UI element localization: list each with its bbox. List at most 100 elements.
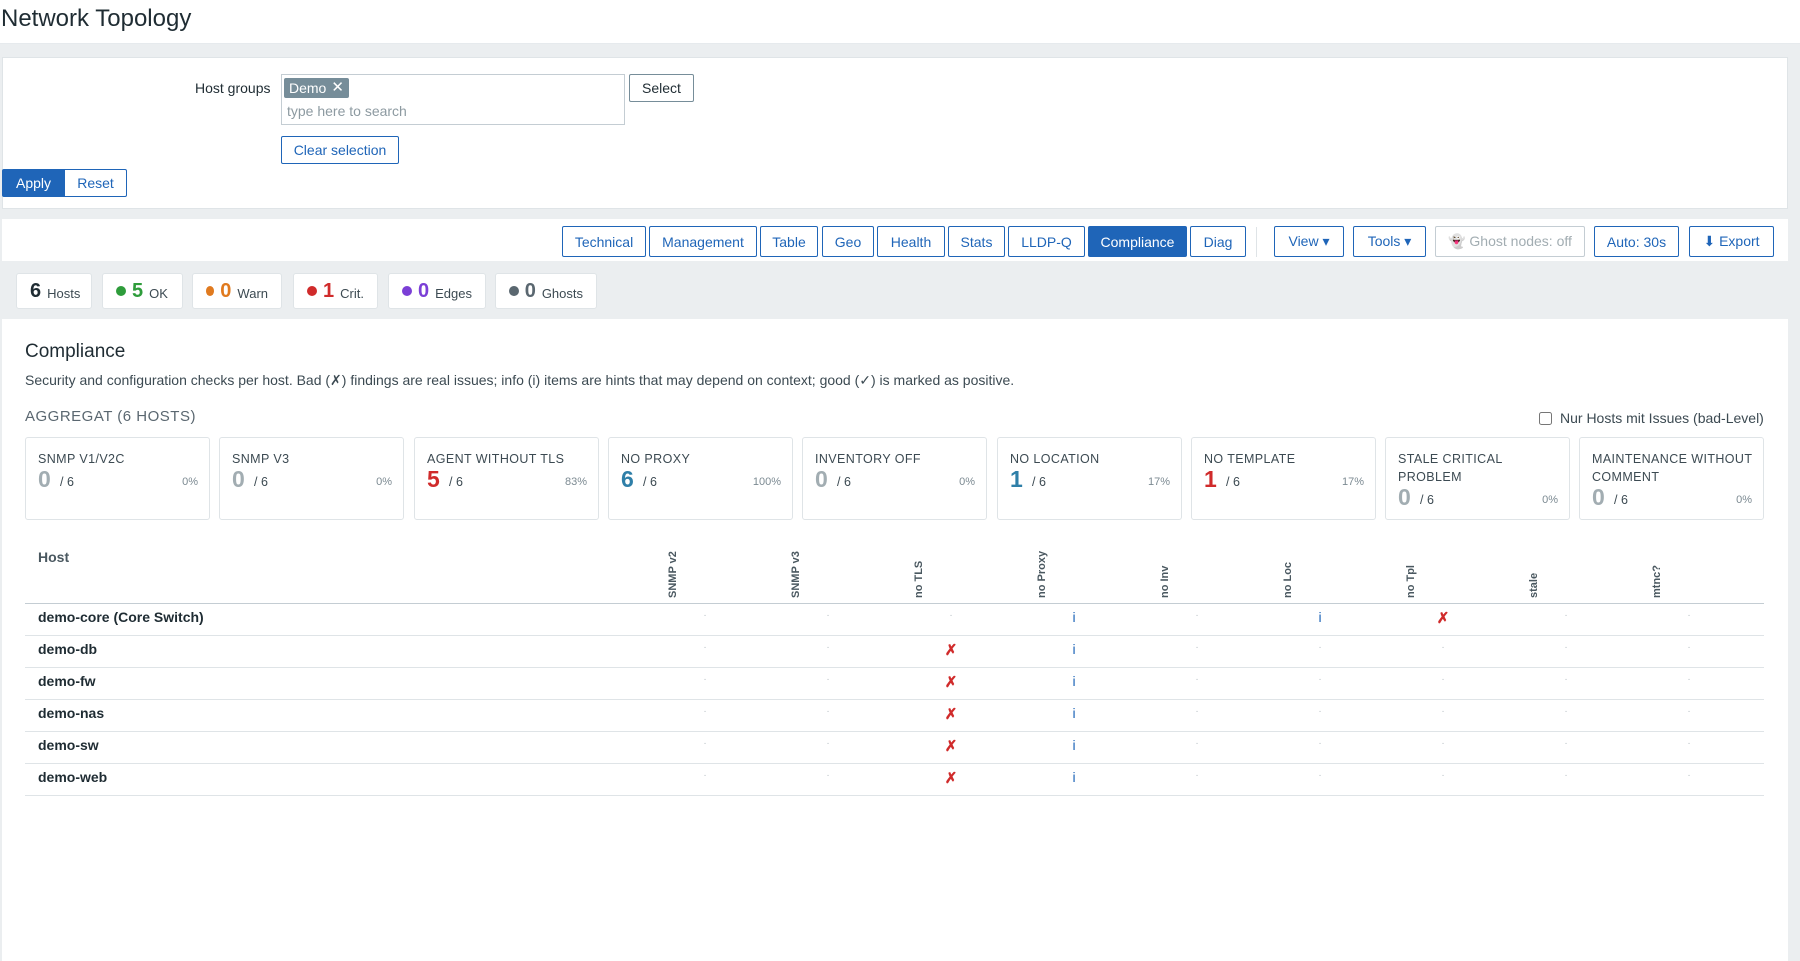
tab-compliance[interactable]: Compliance xyxy=(1088,226,1187,257)
select-button[interactable]: Select xyxy=(629,74,694,102)
bad-cross-icon: ✗ xyxy=(1436,610,1450,627)
card-percent: 83% xyxy=(564,476,587,488)
ok-dot-marker: · xyxy=(826,738,830,749)
row-host-name[interactable]: demo-fw xyxy=(38,673,96,689)
card-percent: 100% xyxy=(752,476,781,488)
ok-dot-marker: · xyxy=(1318,706,1322,717)
col-header-label: no TLS xyxy=(913,560,925,598)
card-percent: 0% xyxy=(1542,494,1558,506)
ok-dot-marker: · xyxy=(1564,706,1568,717)
card-label: NO TEMPLATE xyxy=(1204,452,1296,466)
col-header-snmp-v3: SNMP v3 xyxy=(790,551,804,598)
ok-dot-marker: · xyxy=(1195,674,1199,685)
host-column-header: Host xyxy=(38,549,70,565)
row-divider xyxy=(25,667,1764,668)
compliance-panel xyxy=(2,319,1788,961)
ok-dot-marker: · xyxy=(703,738,707,749)
col-header-no-tls: no TLS xyxy=(913,560,927,598)
tab-table[interactable]: Table xyxy=(760,226,818,257)
only-issues-label: Nur Hosts mit Issues (bad-Level) xyxy=(1560,410,1764,426)
host-groups-label: Host groups xyxy=(195,80,271,96)
aggregate-card-no-proxy: NO PROXY 6 / 6 100% xyxy=(608,437,793,520)
ok-dot-marker: · xyxy=(703,674,707,685)
bad-cross-icon: ✗ xyxy=(944,738,958,755)
col-header-no-proxy: no Proxy xyxy=(1036,551,1050,598)
row-host-name[interactable]: demo-nas xyxy=(38,705,104,721)
ok-dot-marker: · xyxy=(826,610,830,621)
ok-dot-marker: · xyxy=(1687,642,1691,653)
tab-technical[interactable]: Technical xyxy=(562,226,646,257)
ok-dot-marker: · xyxy=(1195,738,1199,749)
card-of-total: / 6 xyxy=(1614,493,1628,507)
card-of-total: / 6 xyxy=(1032,475,1046,489)
apply-button[interactable]: Apply xyxy=(2,169,65,197)
card-percent: 0% xyxy=(959,476,975,488)
aggregate-card-maintenance-without-comment: MAINTENANCE WITHOUT COMMENT 0 / 6 0% xyxy=(1579,437,1764,520)
ok-dot-marker: · xyxy=(1318,674,1322,685)
only-issues-filter[interactable]: Nur Hosts mit Issues (bad-Level) xyxy=(1539,410,1764,426)
aggregate-card-snmp-v1v2c: SNMP V1/V2C 0 / 6 0% xyxy=(25,437,210,520)
stat-label: Crit. xyxy=(340,285,364,301)
info-icon: i xyxy=(1072,737,1076,753)
col-header-mtnc: mtnc? xyxy=(1651,560,1665,598)
tab-management[interactable]: Management xyxy=(649,226,757,257)
export-button[interactable]: ⬇ Export xyxy=(1689,226,1774,257)
stat-label: OK xyxy=(149,285,168,301)
row-divider xyxy=(25,763,1764,764)
info-icon: i xyxy=(1072,673,1076,689)
ok-dot-marker: · xyxy=(949,610,953,621)
row-host-name[interactable]: demo-sw xyxy=(38,737,99,753)
info-icon: i xyxy=(1072,769,1076,785)
row-host-name[interactable]: demo-web xyxy=(38,769,107,785)
aggregate-title: AGGREGAT (6 HOSTS) xyxy=(25,408,196,425)
card-value: 5 xyxy=(427,466,440,492)
col-header-label: no Proxy xyxy=(1036,550,1048,598)
chip-remove-icon[interactable]: ✕ xyxy=(331,78,344,98)
ok-dot-marker: · xyxy=(703,770,707,781)
ok-dot-marker: · xyxy=(1441,770,1445,781)
stat-value: 0 xyxy=(418,279,430,302)
card-value: 0 xyxy=(38,466,51,492)
auto-refresh-button[interactable]: Auto: 30s xyxy=(1594,226,1679,257)
card-label: NO LOCATION xyxy=(1010,452,1100,466)
stat-crit: 1 Crit. xyxy=(293,273,378,309)
stat-label: Edges xyxy=(435,285,472,301)
row-host-name[interactable]: demo-db xyxy=(38,641,97,657)
card-of-total: / 6 xyxy=(1226,475,1240,489)
tab-geo[interactable]: Geo xyxy=(822,226,874,257)
row-host-name[interactable]: demo-core (Core Switch) xyxy=(38,609,204,625)
ok-dot-marker: · xyxy=(1195,770,1199,781)
col-header-label: SNMP v2 xyxy=(667,551,679,598)
ok-dot-marker: · xyxy=(1195,706,1199,717)
only-issues-checkbox[interactable] xyxy=(1539,411,1552,425)
ok-dot-marker: · xyxy=(1687,674,1691,685)
view-dropdown-button[interactable]: View ▾ xyxy=(1274,226,1344,257)
card-of-total: / 6 xyxy=(60,475,74,489)
stat-value: 0 xyxy=(220,279,232,302)
ok-dot-marker: · xyxy=(703,642,707,653)
aggregate-card-inventory-off: INVENTORY OFF 0 / 6 0% xyxy=(802,437,987,520)
bad-cross-icon: ✗ xyxy=(944,642,958,659)
ok-dot-marker: · xyxy=(1564,738,1568,749)
clear-selection-button[interactable]: Clear selection xyxy=(281,136,399,164)
aggregate-card-stale-critical-problem: STALE CRITICAL PROBLEM 0 / 6 0% xyxy=(1385,437,1570,520)
card-value: 0 xyxy=(1592,484,1605,510)
card-label: AGENT WITHOUT TLS xyxy=(427,452,565,466)
tools-dropdown-button[interactable]: Tools ▾ xyxy=(1353,226,1426,257)
reset-button[interactable]: Reset xyxy=(64,169,127,197)
tab-lldp-q[interactable]: LLDP-Q xyxy=(1008,226,1085,257)
ghost-nodes-toggle[interactable]: 👻 Ghost nodes: off xyxy=(1435,226,1585,257)
card-label: SNMP V3 xyxy=(232,452,290,466)
tab-health[interactable]: Health xyxy=(877,226,945,257)
row-divider xyxy=(25,699,1764,700)
tab-stats[interactable]: Stats xyxy=(948,226,1005,257)
tab-diag[interactable]: Diag xyxy=(1190,226,1246,257)
stat-label: Hosts xyxy=(47,285,81,301)
col-header-no-tpl: no Tpl xyxy=(1405,560,1419,598)
ok-dot-marker: · xyxy=(1564,610,1568,621)
host-groups-search-input[interactable] xyxy=(287,101,617,121)
info-icon: i xyxy=(1072,609,1076,625)
ok-dot-marker: · xyxy=(1195,610,1199,621)
stat-hosts: 6 Hosts xyxy=(16,273,92,309)
toolbar-divider xyxy=(1256,227,1257,257)
